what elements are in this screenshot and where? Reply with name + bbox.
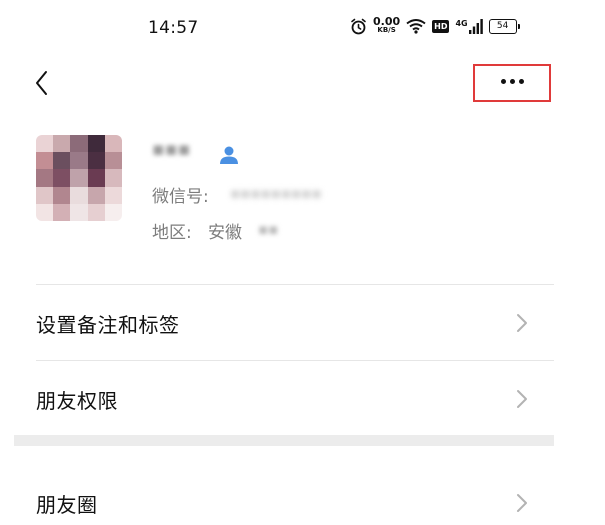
network-type-label: 4G	[455, 18, 468, 28]
battery-icon: 54	[488, 18, 520, 34]
status-bar: 14:57 0.00 KB/S HD 4G 54	[0, 0, 554, 58]
avatar-image	[36, 135, 122, 221]
more-icon	[501, 79, 524, 84]
alarm-icon	[351, 18, 366, 34]
region-city: ▪▪	[258, 220, 279, 238]
cellular-signal: 4G	[455, 18, 483, 34]
network-speed-unit: KB/S	[377, 26, 396, 34]
contact-name: ▪▪▪	[152, 138, 191, 160]
network-speed-value: 0.00	[373, 15, 401, 28]
set-remark-and-tags-item[interactable]: 设置备注和标签	[0, 285, 554, 360]
more-options-button[interactable]	[473, 64, 551, 102]
chevron-left-icon	[36, 71, 47, 95]
hd-badge: HD	[432, 19, 450, 33]
status-time: 14:57	[148, 18, 199, 38]
contact-profile-screen: 14:57 0.00 KB/S HD 4G 54 ▪▪▪ 微信号: ▪▪▪▪▪▪…	[0, 0, 605, 525]
chevron-right-icon	[517, 390, 527, 408]
section-separator	[14, 435, 554, 446]
moments-item[interactable]: 朋友圈	[0, 465, 554, 525]
region-label: 地区:	[152, 223, 192, 243]
wechat-id-value[interactable]: ▪▪▪▪▪▪▪▪▪	[230, 184, 322, 202]
region-province: 安徽	[208, 223, 242, 243]
friend-badge-icon	[220, 146, 238, 164]
friend-permissions-item[interactable]: 朋友权限	[0, 361, 554, 436]
chevron-right-icon	[517, 314, 527, 332]
moments-label: 朋友圈	[36, 493, 98, 517]
chevron-right-icon	[517, 494, 527, 512]
profile-header: ▪▪▪ 微信号: ▪▪▪▪▪▪▪▪▪ 地区: 安徽 ▪▪	[0, 108, 554, 284]
wifi-icon	[406, 19, 426, 34]
friend-permissions-label: 朋友权限	[36, 389, 118, 413]
network-speed: 0.00 KB/S	[373, 15, 401, 35]
wechat-id-label: 微信号:	[152, 187, 209, 207]
back-button[interactable]	[32, 68, 52, 98]
battery-level: 54	[496, 21, 509, 31]
signal-bars-icon	[468, 18, 483, 34]
right-gutter	[554, 0, 605, 525]
status-icons: 0.00 KB/S HD 4G 54	[350, 15, 520, 35]
avatar[interactable]	[36, 135, 122, 221]
set-remark-and-tags-label: 设置备注和标签	[36, 313, 180, 337]
nav-bar	[0, 58, 554, 108]
